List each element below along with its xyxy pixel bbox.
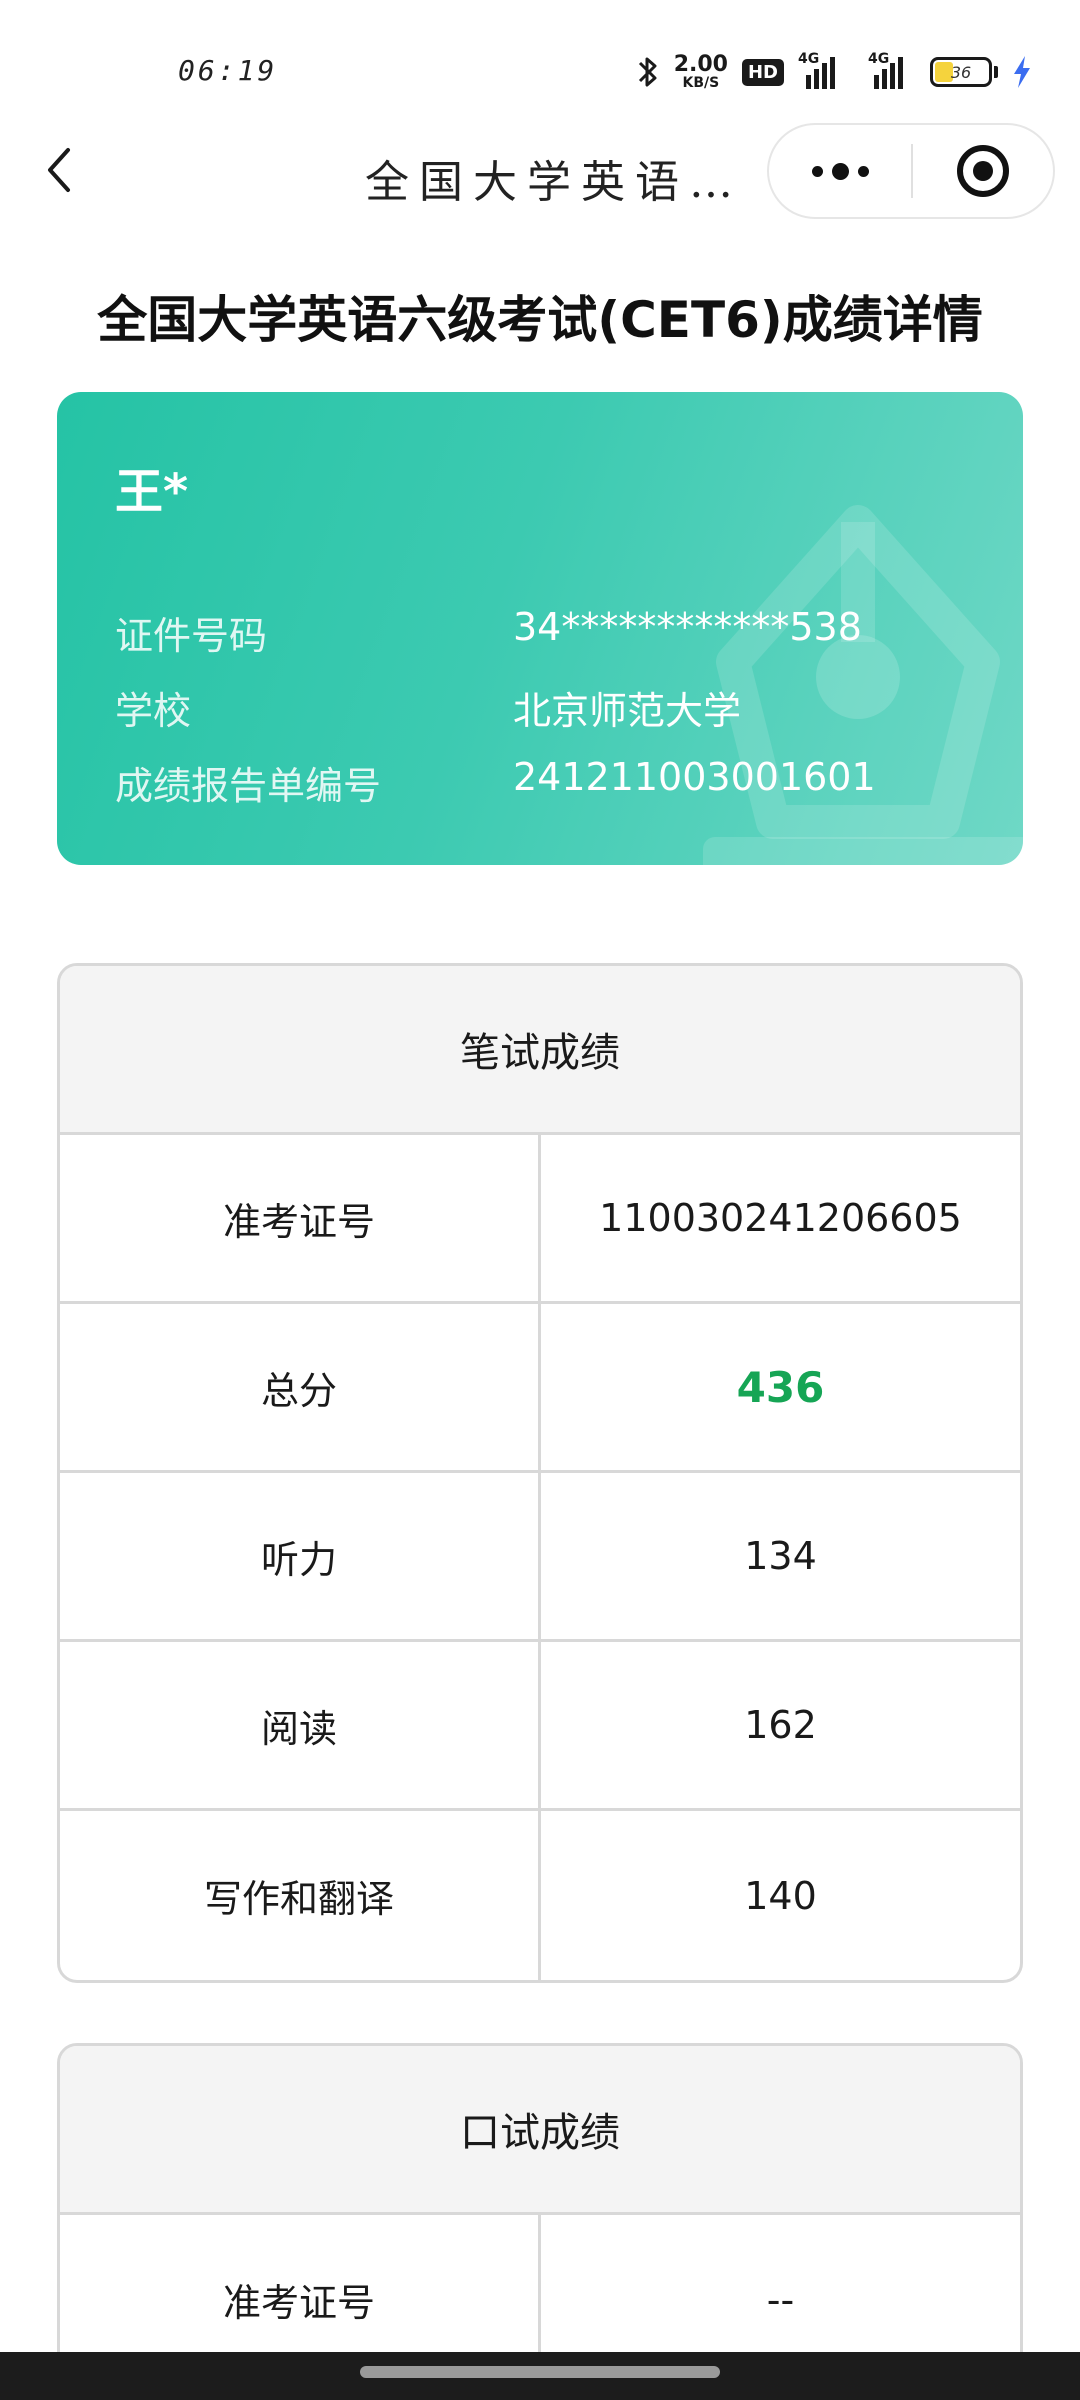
table-row: 总分 436 — [60, 1304, 1020, 1473]
written-score-table: 笔试成绩 准考证号 110030241206605 总分 436 听力 134 … — [57, 963, 1023, 1983]
total-score: 436 — [736, 1362, 825, 1412]
signal-icon: 4G — [860, 51, 916, 89]
oral-score-table: 口试成绩 准考证号 -- — [57, 2043, 1023, 2400]
candidate-info-card: 王* 证件号码 34************538 学校 北京师范大学 成绩报告… — [57, 392, 1023, 865]
more-icon — [811, 165, 823, 177]
network-speed: 2.00 KB/S — [673, 52, 728, 91]
table-header: 笔试成绩 — [60, 966, 1020, 1135]
battery-icon: 36 — [930, 57, 998, 87]
page: 06:19 2.00 KB/S HD 4G 4G 36 全国大学英语… 全国大学… — [0, 0, 1080, 2400]
home-indicator[interactable] — [360, 2366, 720, 2378]
candidate-name: 王* — [115, 464, 189, 520]
back-icon[interactable] — [40, 142, 80, 198]
hd-icon: HD — [741, 58, 784, 86]
table-row: 听力 134 — [60, 1473, 1020, 1642]
nav-title: 全国大学英语… — [365, 157, 743, 208]
pen-nib-icon — [703, 505, 1023, 865]
table-row: 准考证号 110030241206605 — [60, 1135, 1020, 1304]
charging-icon — [1014, 56, 1030, 88]
bluetooth-icon — [638, 57, 657, 87]
close-mini-program-button[interactable] — [913, 125, 1053, 217]
table-row: 写作和翻译 140 — [60, 1811, 1020, 1980]
mini-program-capsule — [767, 123, 1055, 219]
more-button[interactable] — [769, 125, 911, 217]
target-icon — [957, 145, 1009, 197]
status-icons: 2.00 KB/S HD 4G 4G 36 — [636, 50, 1032, 94]
table-header: 口试成绩 — [60, 2046, 1020, 2215]
status-time: 06:19 — [178, 54, 278, 87]
table-row: 阅读 162 — [60, 1642, 1020, 1811]
signal-icon: 4G — [798, 51, 846, 89]
status-bar: 06:19 2.00 KB/S HD 4G 4G 36 — [0, 0, 1080, 130]
gesture-navigation-bar — [0, 2352, 1080, 2400]
page-title: 全国大学英语六级考试(CET6)成绩详情 — [97, 291, 983, 349]
nav-bar: 全国大学英语… — [0, 120, 1080, 220]
